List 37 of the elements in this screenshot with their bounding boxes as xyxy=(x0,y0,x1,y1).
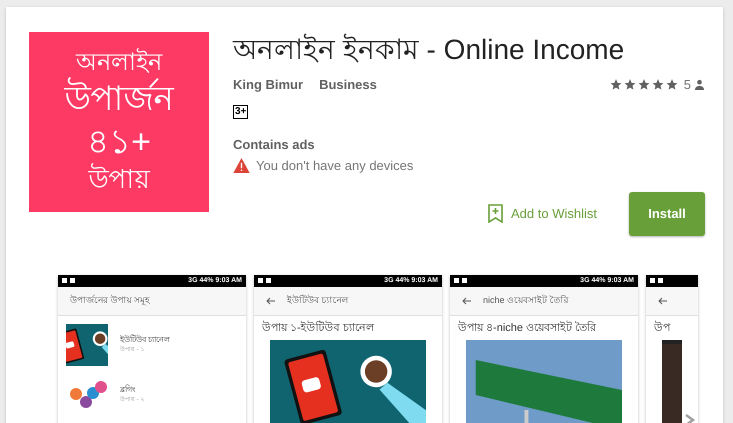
star-icon xyxy=(664,78,679,92)
phone-app-bar-title: niche ওয়েবসাইট তৈরি xyxy=(483,294,569,307)
back-arrow-icon[interactable] xyxy=(658,296,667,304)
tablet-thumbnail xyxy=(66,324,108,366)
list-item-title[interactable]: ইউটিউব চ্যানেল xyxy=(120,334,170,346)
phone-app-bar-title: ইউটিউব চ্যানেল xyxy=(287,294,349,307)
chevron-right-icon[interactable] xyxy=(683,413,697,423)
notification-icon xyxy=(454,277,468,284)
notification-icon xyxy=(62,277,76,284)
developer-link[interactable]: King Bimur xyxy=(233,75,304,94)
app-icon-text: অনলাইন xyxy=(76,48,162,77)
app-screenshot[interactable]: উপ xyxy=(646,274,698,423)
person-icon xyxy=(694,79,705,90)
notification-icon xyxy=(650,277,664,284)
star-icon xyxy=(636,78,651,92)
star-icon xyxy=(608,78,623,92)
star-icon xyxy=(650,78,665,92)
phone-app-bar-title: উপার্জনের উপায় সমূহ xyxy=(70,294,150,308)
app-icon-text: উপার্জন xyxy=(64,78,174,121)
warning-icon xyxy=(233,158,250,174)
app-icon-text: উপায় xyxy=(88,163,150,196)
bookmark-add-icon xyxy=(488,204,504,223)
device-warning-text: You don't have any devices xyxy=(256,157,414,175)
rating-count: 5 xyxy=(684,76,691,94)
app-icon-text: ৪১+ xyxy=(87,122,151,163)
star-icon xyxy=(622,78,637,92)
app-title: অনলাইন ইনকাম - Online Income xyxy=(233,32,626,67)
back-arrow-icon[interactable] xyxy=(462,296,471,304)
notification-icon xyxy=(258,277,272,284)
back-arrow-icon[interactable] xyxy=(266,296,275,304)
phone-heading: উপায় ১-ইউটিউব চ্যানেল xyxy=(262,320,376,336)
category-link[interactable]: Business xyxy=(319,75,377,94)
phone-heading: উপায় ৪-niche ওয়েবসাইট তৈরি xyxy=(458,320,598,336)
phone-heading: উপ xyxy=(654,320,672,336)
contains-ads-label: Contains ads xyxy=(233,136,316,154)
content-rating-badge: 3+ xyxy=(233,104,248,118)
list-item-title[interactable]: ব্লগিং xyxy=(120,384,144,396)
